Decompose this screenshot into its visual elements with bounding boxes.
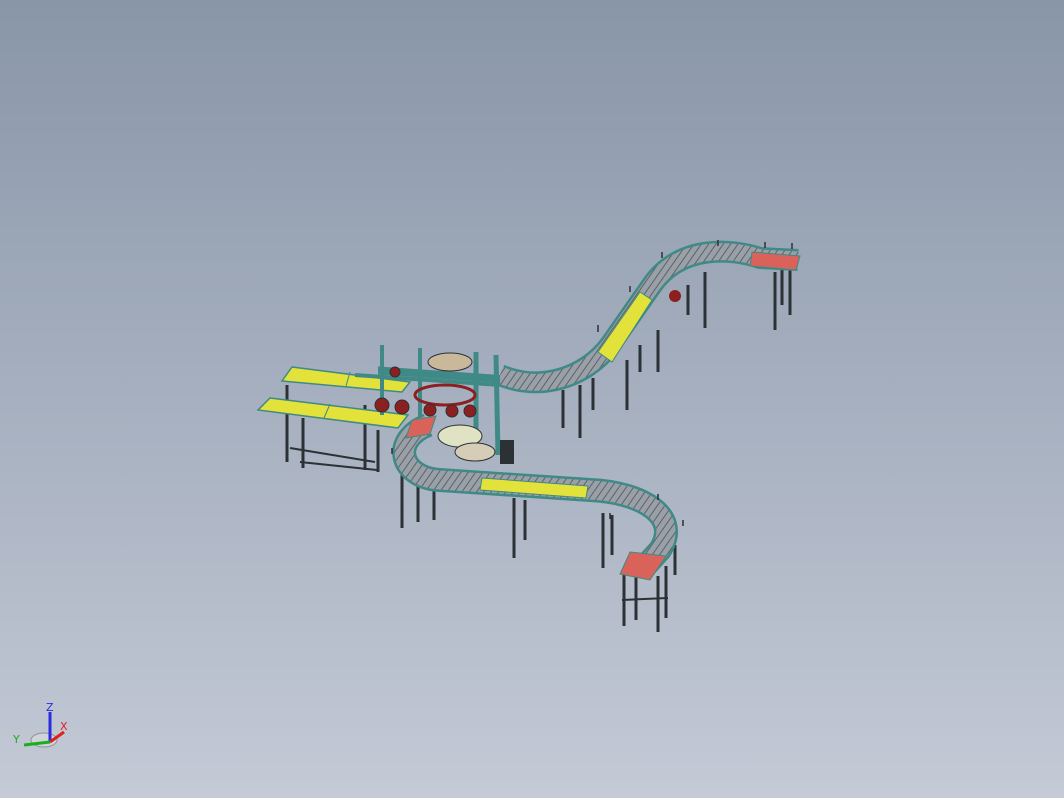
cad-3d-viewport[interactable] xyxy=(0,0,1064,798)
x-axis-label: X xyxy=(60,720,68,733)
z-axis-label: Z xyxy=(46,701,54,714)
orientation-triad: Z X Y xyxy=(12,701,68,748)
support-legs xyxy=(285,268,792,632)
lower-red-end-section xyxy=(619,551,667,581)
drive-motor xyxy=(669,290,681,302)
y-axis-label: Y xyxy=(12,733,20,746)
upper-curved-conveyor[interactable] xyxy=(495,240,801,394)
upper-yellow-incline xyxy=(597,291,653,363)
